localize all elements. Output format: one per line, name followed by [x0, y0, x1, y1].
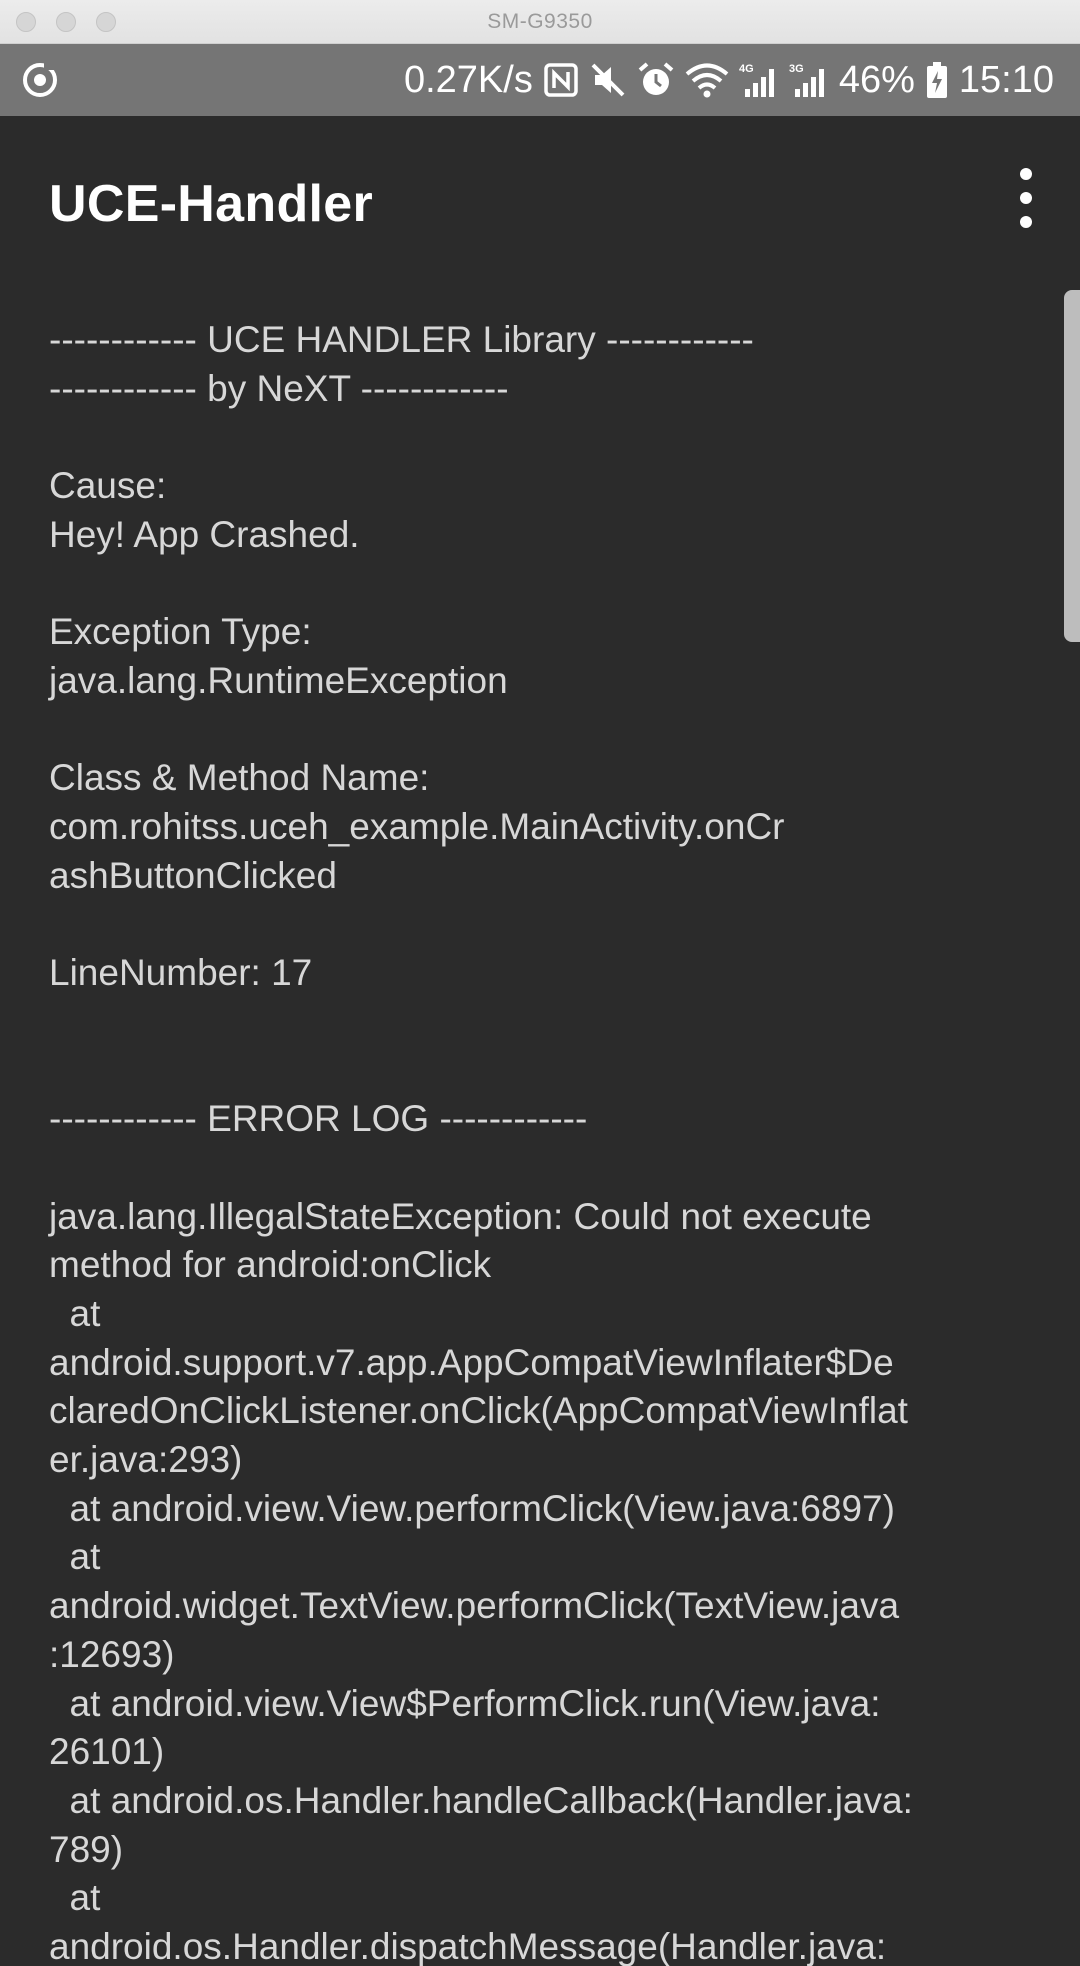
mute-icon — [591, 63, 625, 97]
log-line: at android.os.Handler.handleCallback(Han… — [49, 1779, 913, 1821]
log-line: at — [49, 1536, 101, 1578]
log-line: Class & Method Name: — [49, 757, 430, 799]
sync-icon — [23, 62, 57, 97]
network-speed: 0.27K/s — [403, 58, 533, 101]
signal-4g-icon: 4G — [739, 63, 774, 97]
battery-icon — [926, 62, 947, 98]
log-line: android.widget.TextView.performClick(Tex… — [49, 1585, 900, 1627]
overflow-dot — [1020, 168, 1032, 180]
log-line: java.lang.IllegalStateException: Could n… — [49, 1195, 872, 1237]
log-line: android.support.v7.app.AppCompatViewInfl… — [49, 1341, 894, 1383]
log-line: Cause: — [49, 465, 167, 507]
window-title-bar: SM-G9350 — [0, 0, 1080, 44]
status-right-group: 0.27K/s 4G 3G 46% 15:10 — [404, 44, 1054, 116]
battery-percent: 46% — [838, 58, 915, 101]
log-line: ------------ UCE HANDLER Library -------… — [49, 319, 754, 360]
clock-time: 15:10 — [958, 58, 1054, 101]
log-line: Exception Type: — [49, 611, 312, 653]
log-line: android.os.Handler.dispatchMessage(Handl… — [49, 1926, 887, 1966]
alarm-icon — [638, 62, 674, 95]
log-line: claredOnClickListener.onClick(AppCompatV… — [49, 1390, 908, 1432]
overflow-dot — [1020, 216, 1032, 228]
log-line: :12693) — [49, 1633, 175, 1675]
log-line: LineNumber: 17 — [49, 952, 313, 994]
log-line: java.lang.RuntimeException — [49, 659, 508, 701]
log-line: 26101) — [49, 1731, 165, 1773]
signal-3g-icon: 3G — [789, 63, 824, 97]
more-vert-icon[interactable] — [1006, 168, 1046, 228]
overflow-dot — [1020, 192, 1032, 204]
window-title: SM-G9350 — [487, 10, 593, 33]
log-line: method for android:onClick — [49, 1244, 492, 1286]
log-line: com.rohitss.uceh_example.MainActivity.on… — [49, 805, 785, 847]
android-status-bar: 0.27K/s 4G 3G 46% 15:10 — [0, 44, 1080, 116]
emulator-window: SM-G9350 0.27K/s 4G 3G 46% 15:10 UCE-Han… — [0, 0, 1080, 1966]
log-line: Hey! App Crashed. — [49, 513, 360, 555]
app-title: UCE-Handler — [49, 175, 374, 233]
app-bar: UCE-Handler — [0, 116, 1080, 286]
log-line: ------------ ERROR LOG ------------ — [49, 1098, 588, 1140]
log-line: ashButtonClicked — [49, 854, 337, 896]
log-line: at android.view.View$PerformClick.run(Vi… — [49, 1682, 881, 1724]
log-line: at — [49, 1877, 101, 1919]
log-line: 789) — [49, 1828, 124, 1870]
log-line: ------------ by NeXT ------------ — [49, 367, 509, 409]
crash-log-text: ------------ UCE HANDLER Library -------… — [49, 316, 1034, 1966]
log-line: er.java:293) — [49, 1439, 243, 1481]
nfc-icon — [544, 63, 578, 97]
wifi-icon — [685, 63, 729, 98]
log-line: at — [49, 1292, 101, 1334]
log-line: at android.view.View.performClick(View.j… — [49, 1487, 895, 1529]
svg-text:3G: 3G — [789, 63, 804, 75]
svg-text:4G: 4G — [739, 63, 754, 75]
scrollbar-thumb[interactable] — [1064, 290, 1080, 642]
